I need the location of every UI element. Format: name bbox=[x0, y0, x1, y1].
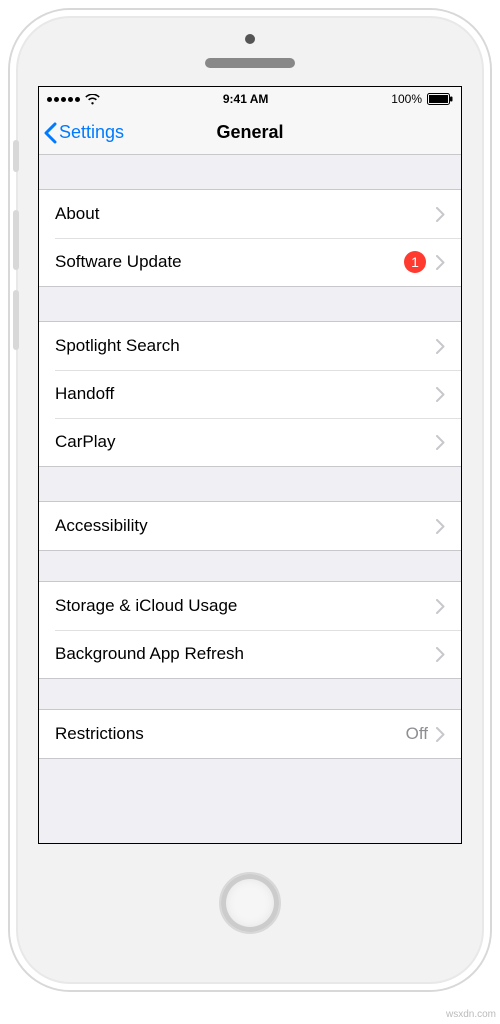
section-gap bbox=[39, 467, 461, 501]
row-restrictions[interactable]: Restrictions Off bbox=[39, 710, 461, 758]
section-gap bbox=[39, 287, 461, 321]
settings-list: About Software Update 1 Spotlight bbox=[39, 155, 461, 843]
chevron-right-icon bbox=[436, 207, 445, 222]
device-volume-down-button bbox=[13, 290, 19, 350]
row-label: Accessibility bbox=[55, 516, 436, 536]
earpiece-speaker bbox=[205, 58, 295, 68]
device-side-button bbox=[13, 140, 19, 172]
settings-group-4: Storage & iCloud Usage Background App Re… bbox=[39, 581, 461, 679]
chevron-right-icon bbox=[436, 339, 445, 354]
row-handoff[interactable]: Handoff bbox=[39, 370, 461, 418]
row-carplay[interactable]: CarPlay bbox=[39, 418, 461, 466]
home-button[interactable] bbox=[219, 872, 281, 934]
device-volume-up-button bbox=[13, 210, 19, 270]
back-label: Settings bbox=[59, 122, 124, 143]
back-button[interactable]: Settings bbox=[39, 122, 124, 144]
signal-dots-icon bbox=[47, 97, 80, 102]
row-label: Software Update bbox=[55, 252, 404, 272]
nav-bar: Settings General bbox=[39, 111, 461, 155]
row-value: Off bbox=[406, 724, 428, 744]
row-label: Handoff bbox=[55, 384, 436, 404]
row-label: CarPlay bbox=[55, 432, 436, 452]
battery-percent: 100% bbox=[391, 92, 422, 106]
status-bar: 9:41 AM 100% bbox=[39, 87, 461, 111]
chevron-right-icon bbox=[436, 519, 445, 534]
row-label: Background App Refresh bbox=[55, 644, 436, 664]
chevron-right-icon bbox=[436, 599, 445, 614]
section-gap bbox=[39, 155, 461, 189]
battery-icon bbox=[427, 93, 453, 105]
wifi-icon bbox=[85, 94, 100, 105]
row-storage-icloud-usage[interactable]: Storage & iCloud Usage bbox=[39, 582, 461, 630]
row-spotlight-search[interactable]: Spotlight Search bbox=[39, 322, 461, 370]
chevron-right-icon bbox=[436, 727, 445, 742]
chevron-right-icon bbox=[436, 435, 445, 450]
row-background-app-refresh[interactable]: Background App Refresh bbox=[39, 630, 461, 678]
settings-group-5: Restrictions Off bbox=[39, 709, 461, 759]
row-label: Restrictions bbox=[55, 724, 406, 744]
screen: 9:41 AM 100% Se bbox=[38, 86, 462, 844]
status-time: 9:41 AM bbox=[100, 92, 391, 106]
section-gap bbox=[39, 759, 461, 793]
row-label: Spotlight Search bbox=[55, 336, 436, 356]
chevron-right-icon bbox=[436, 647, 445, 662]
row-about[interactable]: About bbox=[39, 190, 461, 238]
section-gap bbox=[39, 679, 461, 709]
section-gap bbox=[39, 551, 461, 581]
notification-badge: 1 bbox=[404, 251, 426, 273]
row-software-update[interactable]: Software Update 1 bbox=[39, 238, 461, 286]
settings-group-2: Spotlight Search Handoff CarPlay bbox=[39, 321, 461, 467]
phone-device-frame: 9:41 AM 100% Se bbox=[10, 10, 490, 990]
settings-group-3: Accessibility bbox=[39, 501, 461, 551]
chevron-right-icon bbox=[436, 255, 445, 270]
row-label: Storage & iCloud Usage bbox=[55, 596, 436, 616]
row-accessibility[interactable]: Accessibility bbox=[39, 502, 461, 550]
watermark-text: wsxdn.com bbox=[446, 1009, 496, 1020]
chevron-left-icon bbox=[43, 122, 57, 144]
chevron-right-icon bbox=[436, 387, 445, 402]
row-label: About bbox=[55, 204, 436, 224]
front-camera bbox=[245, 34, 255, 44]
settings-group-1: About Software Update 1 bbox=[39, 189, 461, 287]
